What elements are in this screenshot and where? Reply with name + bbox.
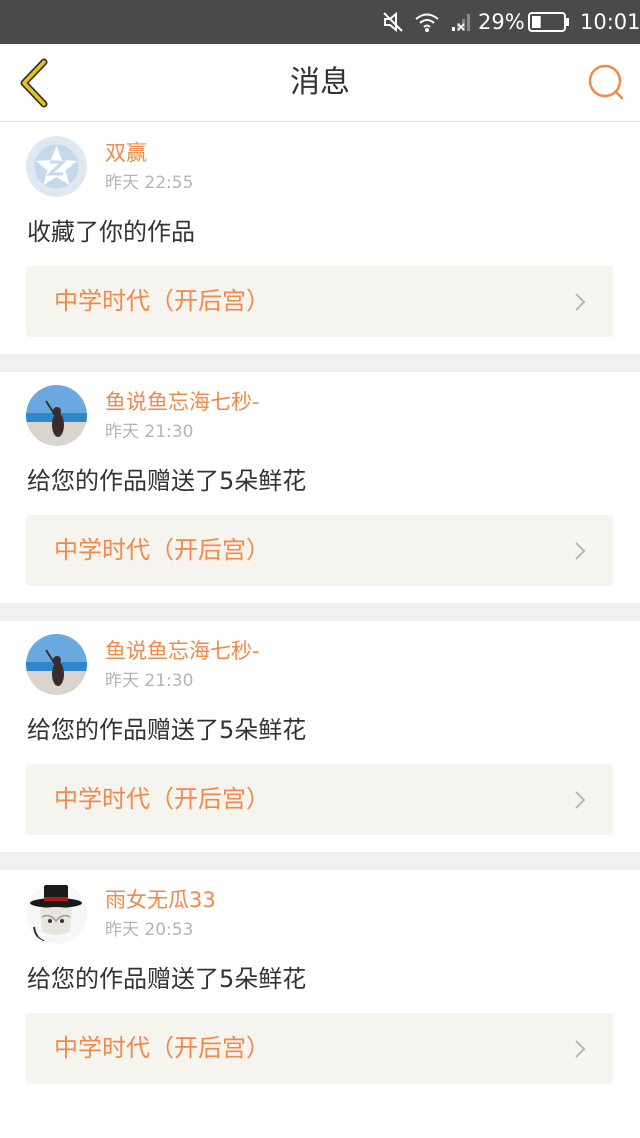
username[interactable]: 鱼说鱼忘海七秒-: [105, 389, 260, 415]
timestamp: 昨天 21:30: [105, 671, 194, 691]
message-text: 收藏了你的作品: [27, 218, 195, 246]
divider: [0, 354, 640, 372]
work-title: 中学时代（开后宫）: [54, 785, 270, 813]
search-button[interactable]: [586, 62, 626, 102]
chevron-right-icon: [575, 791, 586, 809]
chevron-right-icon: [575, 293, 586, 311]
message-list: 双赢 昨天 22:55 收藏了你的作品 中学时代（开后宫） 鱼说鱼忘海七秒- 昨…: [0, 123, 640, 1101]
username[interactable]: 鱼说鱼忘海七秒-: [105, 638, 260, 664]
work-link[interactable]: 中学时代（开后宫）: [26, 764, 613, 835]
nav-bar: 消息: [0, 44, 640, 122]
message-item: 鱼说鱼忘海七秒- 昨天 21:30 给您的作品赠送了5朵鲜花 中学时代（开后宫）: [0, 621, 640, 852]
timestamp: 昨天 21:30: [105, 422, 194, 442]
default-avatar-icon[interactable]: [26, 136, 87, 197]
username[interactable]: 雨女无瓜33: [105, 887, 216, 913]
message-text: 给您的作品赠送了5朵鲜花: [27, 965, 307, 993]
message-text: 给您的作品赠送了5朵鲜花: [27, 716, 307, 744]
username[interactable]: 双赢: [105, 140, 147, 166]
chevron-right-icon: [575, 542, 586, 560]
divider: [0, 852, 640, 870]
battery-icon: [528, 12, 569, 32]
beach-photo-avatar[interactable]: [26, 385, 87, 446]
no-signal-icon: [452, 14, 470, 31]
message-text: 给您的作品赠送了5朵鲜花: [27, 467, 307, 495]
message-item: 雨女无瓜33 昨天 20:53 给您的作品赠送了5朵鲜花 中学时代（开后宫）: [0, 870, 640, 1101]
work-title: 中学时代（开后宫）: [54, 536, 270, 564]
timestamp: 昨天 22:55: [105, 173, 194, 193]
clock: 10:01: [580, 10, 640, 34]
wifi-icon: [415, 13, 439, 32]
message-item: 鱼说鱼忘海七秒- 昨天 21:30 给您的作品赠送了5朵鲜花 中学时代（开后宫）: [0, 372, 640, 603]
work-link[interactable]: 中学时代（开后宫）: [26, 1013, 613, 1084]
muted-speaker-icon: [383, 11, 403, 33]
message-item: 双赢 昨天 22:55 收藏了你的作品 中学时代（开后宫）: [0, 123, 640, 354]
work-link[interactable]: 中学时代（开后宫）: [26, 266, 613, 337]
timestamp: 昨天 20:53: [105, 920, 194, 940]
divider: [0, 603, 640, 621]
beach-photo-avatar[interactable]: [26, 634, 87, 695]
status-bar: 29% 10:01: [0, 0, 640, 44]
work-title: 中学时代（开后宫）: [54, 1034, 270, 1062]
battery-percent: 29%: [478, 10, 525, 34]
search-icon: [588, 64, 624, 100]
work-title: 中学时代（开后宫）: [54, 287, 270, 315]
page-title: 消息: [290, 65, 350, 100]
chevron-right-icon: [575, 1040, 586, 1058]
top-hat-character-avatar[interactable]: [26, 883, 87, 944]
work-link[interactable]: 中学时代（开后宫）: [26, 515, 613, 586]
